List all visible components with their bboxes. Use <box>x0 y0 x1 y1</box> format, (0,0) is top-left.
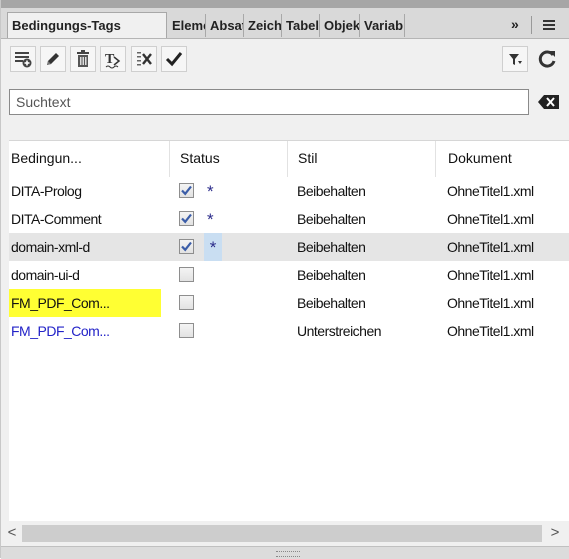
remove-condition-icon[interactable] <box>131 46 157 72</box>
table-row[interactable]: domain-xml-d * Beibehalten OhneTitel1.xml <box>9 233 569 261</box>
tab-bar: Bedingungs-Tags Eleme Absat Zeich Tabel … <box>1 8 569 39</box>
show-tags-icon[interactable]: T <box>100 46 126 72</box>
horizontal-scrollbar[interactable]: < > <box>1 521 569 546</box>
tab-tabelle[interactable]: Tabel <box>282 14 320 37</box>
conditions-table: Bedingun... Status Stil Dokument DITA-Pr… <box>9 140 569 522</box>
condition-document: OhneTitel1.xml <box>447 295 534 311</box>
search-box <box>9 89 529 115</box>
status-checkbox[interactable] <box>179 295 194 310</box>
toolbar: T <box>1 39 569 82</box>
hamburger-menu-icon[interactable] <box>542 18 556 32</box>
tab-divider <box>531 16 532 34</box>
status-checkbox[interactable] <box>179 323 194 338</box>
condition-name: DITA-Prolog <box>11 183 82 199</box>
condition-name: domain-ui-d <box>11 267 80 283</box>
condition-name: DITA-Comment <box>11 211 102 227</box>
table-row[interactable]: DITA-Comment * Beibehalten OhneTitel1.xml <box>9 205 569 233</box>
filter-icon[interactable] <box>502 46 528 72</box>
scroll-left-arrow[interactable]: < <box>4 523 20 543</box>
tab-objekt[interactable]: Objek <box>320 14 360 37</box>
refresh-icon[interactable] <box>534 46 560 72</box>
condition-style: Beibehalten <box>297 267 366 283</box>
table-row[interactable]: DITA-Prolog * Beibehalten OhneTitel1.xml <box>9 177 569 205</box>
search-input[interactable] <box>10 90 528 114</box>
condition-style: Beibehalten <box>297 239 366 255</box>
condition-name: FM_PDF_Com... <box>11 323 110 339</box>
column-header-document[interactable]: Dokument <box>435 141 569 177</box>
table-row[interactable]: FM_PDF_Com... Unterstreichen OhneTitel1.xm… <box>9 317 569 345</box>
resize-handle[interactable] <box>276 551 300 557</box>
status-checkbox[interactable] <box>179 267 194 282</box>
panel-top-strip <box>1 0 569 8</box>
condition-document: OhneTitel1.xml <box>447 183 534 199</box>
column-header-style[interactable]: Stil <box>287 141 435 177</box>
condition-style: Beibehalten <box>297 211 366 227</box>
more-tabs-button[interactable]: » <box>511 16 519 36</box>
new-condition-icon[interactable] <box>10 46 36 72</box>
resize-grip <box>1 546 569 559</box>
condition-name: FM_PDF_Com... <box>9 289 161 317</box>
delete-trash-icon[interactable] <box>70 46 96 72</box>
visibility-marker-icon: * <box>204 233 222 261</box>
tab-absatz[interactable]: Absat <box>206 14 244 37</box>
status-checkbox[interactable] <box>179 183 194 198</box>
table-row[interactable]: FM_PDF_Com... Beibehalten OhneTitel1.xml <box>9 289 569 317</box>
table-header: Bedingun... Status Stil Dokument <box>9 141 569 177</box>
tab-elemente[interactable]: Eleme <box>168 14 206 37</box>
visibility-marker-icon: * <box>207 182 214 201</box>
condition-document: OhneTitel1.xml <box>447 267 534 283</box>
status-checkbox[interactable] <box>179 239 194 254</box>
condition-name: domain-xml-d <box>11 239 90 255</box>
visibility-marker-icon: * <box>207 210 214 229</box>
condition-style: Beibehalten <box>297 295 366 311</box>
status-checkbox[interactable] <box>179 211 194 226</box>
condition-style: Beibehalten <box>297 183 366 199</box>
tab-zeichen[interactable]: Zeich <box>244 14 282 37</box>
scrollbar-thumb[interactable] <box>22 525 542 542</box>
apply-checkmark-icon[interactable] <box>161 46 187 72</box>
condition-style: Unterstreichen <box>297 323 382 339</box>
edit-pencil-icon[interactable] <box>40 46 66 72</box>
column-header-status[interactable]: Status <box>169 141 287 177</box>
condition-document: OhneTitel1.xml <box>447 323 534 339</box>
column-header-name[interactable]: Bedingun... <box>9 141 169 177</box>
tab-variablen[interactable]: Variab <box>360 14 405 37</box>
tab-bedingungs-tags[interactable]: Bedingungs-Tags <box>7 12 167 38</box>
table-row[interactable]: domain-ui-d Beibehalten OhneTitel1.xml <box>9 261 569 289</box>
scroll-right-arrow[interactable]: > <box>547 523 563 543</box>
conditional-tags-panel: Bedingungs-Tags Eleme Absat Zeich Tabel … <box>0 0 569 559</box>
clear-backspace-icon[interactable] <box>537 92 561 112</box>
condition-document: OhneTitel1.xml <box>447 239 534 255</box>
svg-text:T: T <box>105 52 115 67</box>
condition-document: OhneTitel1.xml <box>447 211 534 227</box>
